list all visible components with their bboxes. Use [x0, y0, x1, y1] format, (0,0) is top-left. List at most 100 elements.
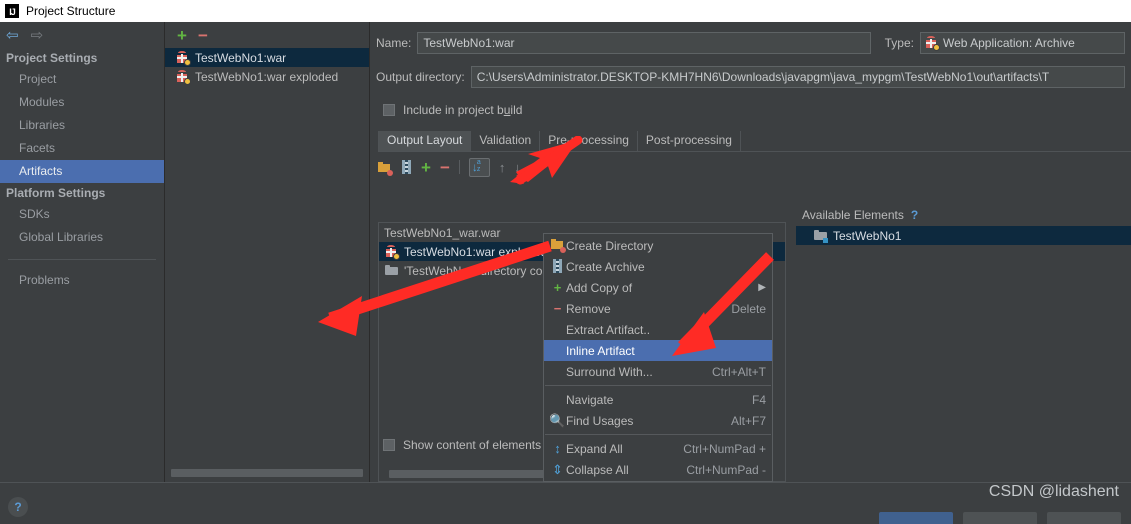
scrollbar-thumb[interactable]	[171, 469, 363, 477]
minus-icon: −	[553, 301, 562, 316]
list-item[interactable]: TestWebNo1:war	[165, 48, 369, 67]
sidebar-item-facets[interactable]: Facets	[0, 137, 164, 160]
menu-item-find-usages[interactable]: 🔍 Find Usages Alt+F7	[544, 410, 772, 431]
cancel-button[interactable]	[963, 512, 1037, 524]
menu-item-navigate[interactable]: Navigate F4	[544, 389, 772, 410]
help-button[interactable]: ?	[8, 497, 28, 517]
tree-row-label: 'TestWebNo1' directory co	[404, 263, 543, 278]
intellij-logo-icon: IJ	[5, 4, 19, 18]
ok-button[interactable]	[879, 512, 953, 524]
tab-pre-processing[interactable]: Pre-processing	[540, 131, 638, 151]
show-content-checkbox[interactable]	[383, 438, 395, 451]
menu-item-shortcut: F4	[751, 392, 766, 407]
menu-item-label: Create Archive	[566, 259, 645, 274]
menu-item-label: Add Copy of	[566, 280, 633, 295]
list-item[interactable]: TestWebNo1:war exploded	[165, 67, 369, 86]
menu-item-create-archive[interactable]: Create Archive	[544, 256, 772, 277]
available-elements-title: Available Elements	[802, 208, 904, 222]
menu-item-inline-artifact[interactable]: Inline Artifact	[544, 340, 772, 361]
artifacts-horizontal-scrollbar[interactable]	[165, 469, 370, 478]
list-item-label: TestWebNo1	[833, 228, 902, 243]
menu-item-extract-artifact[interactable]: Extract Artifact..	[544, 319, 772, 340]
create-directory-icon[interactable]	[378, 161, 393, 176]
output-layout-toolbar: + − ↓ a z ↑ ↓	[378, 155, 1131, 179]
sidebar-item-modules[interactable]: Modules	[0, 91, 164, 114]
menu-item-create-directory[interactable]: Create Directory	[544, 235, 772, 256]
menu-item-label: Navigate	[566, 392, 614, 407]
back-arrow-icon[interactable]: ⇦	[6, 28, 19, 43]
list-item-label: TestWebNo1:war	[195, 50, 287, 65]
menu-item-label: Inline Artifact	[566, 343, 635, 358]
settings-sidebar: ⇦ ⇨ Project Settings Project Modules Lib…	[0, 22, 165, 482]
tab-output-layout[interactable]: Output Layout	[378, 131, 472, 151]
artifact-icon	[176, 69, 191, 85]
sort-alphabetically-button[interactable]: ↓ a z	[468, 157, 490, 177]
window-title: Project Structure	[26, 4, 116, 18]
name-input[interactable]: TestWebNo1:war	[417, 32, 871, 54]
new-directory-icon	[549, 238, 566, 253]
available-elements-header: Available Elements ?	[802, 204, 918, 226]
show-content-label: Show content of elements	[403, 437, 542, 452]
apply-button[interactable]	[1047, 512, 1121, 524]
menu-item-shortcut: Delete	[731, 301, 766, 316]
list-item[interactable]: TestWebNo1	[796, 226, 1131, 245]
menu-item-label: Find Usages	[566, 413, 634, 428]
tab-validation[interactable]: Validation	[471, 131, 541, 151]
toolbar-separator	[458, 160, 460, 174]
tree-row-label: TestWebNo1:war exploded	[404, 244, 548, 259]
artifacts-list: TestWebNo1:war TestWebNo1:war exploded	[165, 48, 369, 482]
artifact-icon	[925, 36, 940, 51]
window-title-bar: IJ Project Structure	[0, 0, 1131, 22]
menu-item-label: Extract Artifact..	[566, 322, 651, 337]
output-directory-row: Output directory: C:\Users\Administrator…	[370, 66, 1131, 88]
menu-item-remove[interactable]: − Remove Delete	[544, 298, 772, 319]
expand-all-icon: ↕	[554, 441, 561, 456]
menu-item-shortcut: Ctrl+Alt+T	[711, 364, 766, 379]
help-icon[interactable]: ?	[911, 208, 918, 222]
artifact-icon	[385, 244, 400, 260]
include-in-build-row[interactable]: Include in project build	[370, 101, 1131, 119]
sidebar-nav-arrows: ⇦ ⇨	[0, 22, 164, 48]
remove-element-button[interactable]: −	[440, 159, 450, 176]
type-value: Web Application: Archive	[943, 36, 1075, 50]
sidebar-item-global-libraries[interactable]: Global Libraries	[0, 226, 164, 249]
move-up-icon[interactable]: ↑	[499, 160, 506, 175]
dialog-footer: ? CSDN @lidashent	[0, 482, 1131, 524]
menu-item-label: Surround With...	[566, 364, 653, 379]
sidebar-divider	[8, 259, 156, 260]
details-tabs: Output Layout Validation Pre-processing …	[378, 131, 1131, 152]
menu-item-add-copy-of[interactable]: + Add Copy of ▶	[544, 277, 772, 298]
context-menu[interactable]: Create Directory Create Archive + Add Co…	[543, 233, 773, 482]
menu-item-expand-all[interactable]: ↕ Expand All Ctrl+NumPad +	[544, 438, 772, 459]
add-element-button[interactable]: +	[421, 159, 431, 176]
include-in-build-checkbox[interactable]	[383, 104, 395, 116]
folder-icon	[385, 264, 399, 277]
sort-az-icon: ↓ a z	[471, 158, 481, 174]
move-down-icon[interactable]: ↓	[514, 160, 521, 175]
sidebar-item-libraries[interactable]: Libraries	[0, 114, 164, 137]
search-icon: 🔍	[549, 413, 566, 428]
forward-arrow-icon[interactable]: ⇨	[31, 28, 44, 43]
plus-icon: +	[553, 280, 562, 295]
sidebar-item-project[interactable]: Project	[0, 68, 164, 91]
menu-item-collapse-all[interactable]: ⇕ Collapse All Ctrl+NumPad -	[544, 459, 772, 480]
dialog-buttons	[879, 512, 1121, 524]
sidebar-item-problems[interactable]: Problems	[0, 269, 164, 292]
sidebar-item-sdks[interactable]: SDKs	[0, 203, 164, 226]
output-directory-input[interactable]: C:\Users\Administrator.DESKTOP-KMH7HN6\D…	[470, 66, 1125, 88]
output-directory-label: Output directory:	[376, 70, 465, 84]
add-artifact-button[interactable]: +	[177, 27, 187, 44]
sidebar-group-platform-settings: Platform Settings	[6, 186, 106, 200]
menu-item-label: Create Directory	[566, 238, 654, 253]
type-combobox[interactable]: Web Application: Archive	[920, 32, 1125, 54]
tab-post-processing[interactable]: Post-processing	[638, 131, 741, 151]
remove-artifact-button[interactable]: −	[198, 27, 208, 44]
menu-item-label: Remove	[566, 301, 611, 316]
menu-item-shortcut: Ctrl+NumPad -	[686, 462, 766, 477]
tree-row-label: TestWebNo1_war.war	[384, 225, 501, 240]
create-archive-icon[interactable]	[401, 160, 412, 174]
sidebar-item-artifacts[interactable]: Artifacts	[0, 160, 164, 183]
available-elements-panel: Available Elements ? TestWebNo1	[796, 208, 1131, 482]
module-folder-icon	[814, 229, 828, 243]
menu-item-surround-with[interactable]: Surround With... Ctrl+Alt+T	[544, 361, 772, 382]
